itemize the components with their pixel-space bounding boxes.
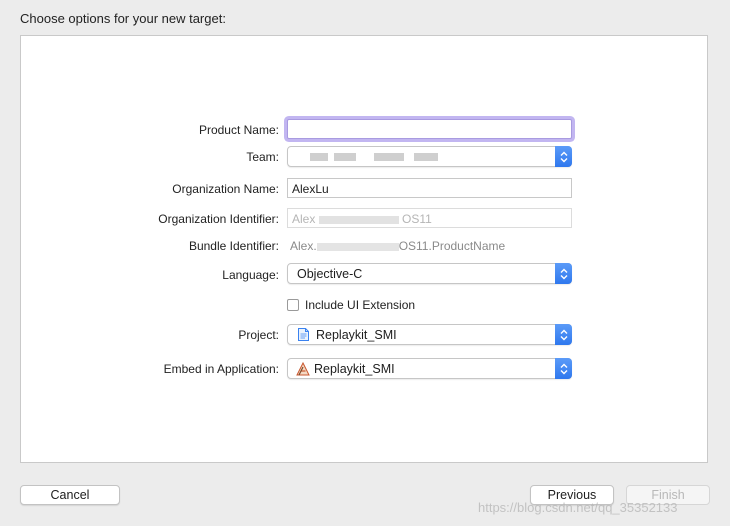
include-ui-extension-checkbox[interactable] (287, 299, 299, 311)
embed-in-application-value: Replaykit_SMI (314, 362, 395, 376)
bundle-identifier-redacted (316, 242, 399, 251)
product-name-label: Product Name: (198, 123, 279, 137)
include-ui-extension-row[interactable]: Include UI Extension (287, 298, 415, 312)
organization-identifier-value-end: OS11 (402, 212, 432, 226)
organization-identifier-value-start: Alex (292, 212, 316, 226)
organization-name-label: Organization Name: (172, 182, 279, 196)
bundle-identifier-value-end: OS11.ProductName (398, 239, 506, 253)
finish-button[interactable]: Finish (626, 485, 710, 505)
language-label: Language: (222, 268, 279, 282)
organization-identifier-redacted (318, 215, 399, 224)
dialog-heading: Choose options for your new target: (20, 11, 226, 26)
embed-in-application-label: Embed in Application: (163, 362, 279, 376)
include-ui-extension-label: Include UI Extension (305, 298, 416, 312)
chevron-up-down-icon (560, 363, 567, 374)
team-popup[interactable] (287, 146, 572, 167)
organization-name-field[interactable]: AlexLu (287, 178, 572, 198)
chevron-up-down-icon (560, 268, 567, 279)
previous-button[interactable]: Previous (530, 485, 614, 505)
project-label: Project: (238, 328, 279, 342)
project-file-icon (298, 328, 309, 341)
language-stepper[interactable] (555, 263, 572, 284)
embed-in-application-popup[interactable]: Replaykit_SMI (287, 358, 572, 379)
chevron-up-down-icon (560, 329, 567, 340)
app-target-icon (296, 362, 310, 376)
project-popup[interactable]: Replaykit_SMI (287, 324, 572, 345)
team-stepper[interactable] (555, 146, 572, 167)
bundle-identifier-label: Bundle Identifier: (188, 239, 279, 253)
product-name-field[interactable] (287, 119, 572, 139)
organization-identifier-field[interactable]: Alex OS11 (287, 208, 572, 228)
project-value: Replaykit_SMI (316, 328, 397, 342)
team-label: Team: (246, 150, 279, 164)
organization-identifier-label: Organization Identifier: (158, 212, 279, 226)
project-stepper[interactable] (555, 324, 572, 345)
language-value: Objective-C (297, 267, 363, 281)
bundle-identifier-value-start: Alex. (290, 239, 317, 253)
cancel-button[interactable]: Cancel (20, 485, 120, 505)
bundle-identifier-value: Alex. OS11.ProductName (290, 239, 505, 253)
language-popup[interactable]: Objective-C (287, 263, 572, 284)
embed-in-application-stepper[interactable] (555, 358, 572, 379)
chevron-up-down-icon (560, 151, 567, 162)
